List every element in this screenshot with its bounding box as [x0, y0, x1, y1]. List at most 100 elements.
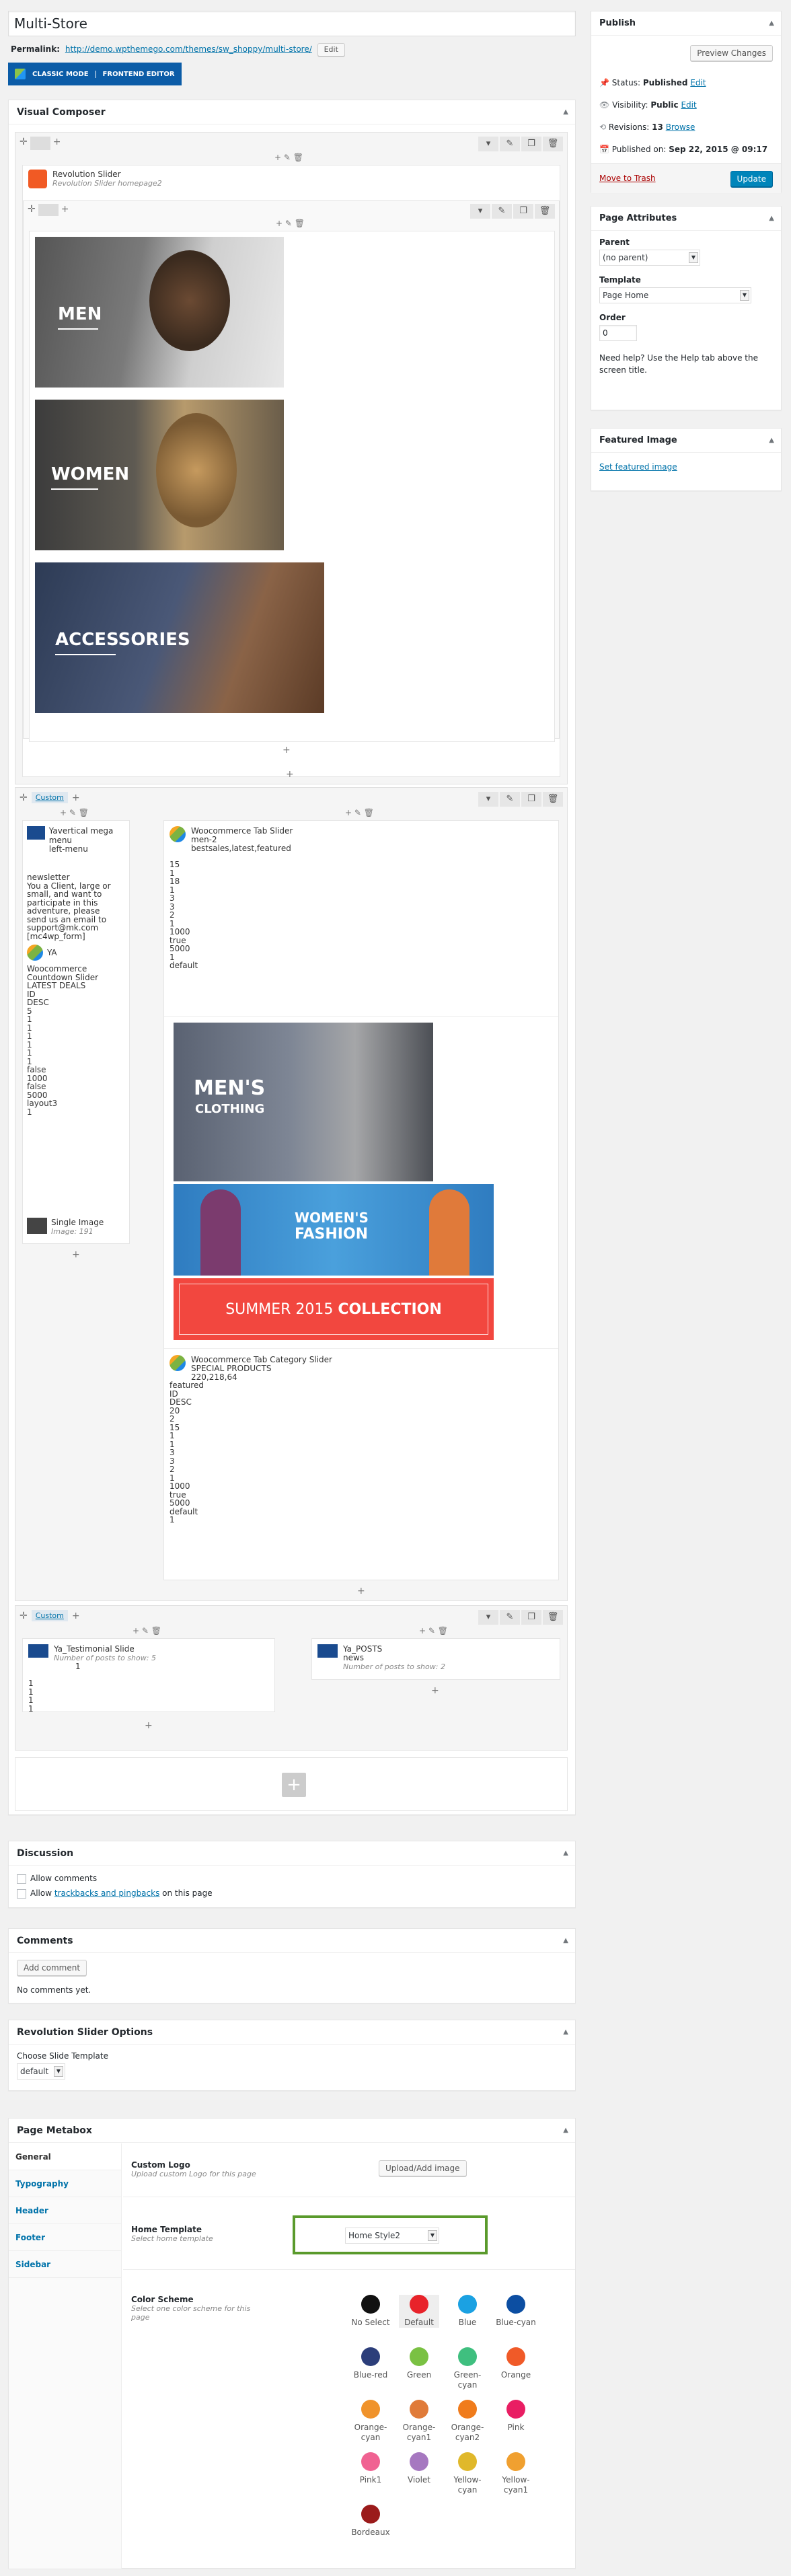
color-swatch[interactable]: Blue-cyan: [496, 2295, 536, 2328]
permalink-edit-button[interactable]: Edit: [317, 43, 345, 57]
testimonial-add-element-icon[interactable]: +: [145, 1720, 153, 1731]
single-image-element[interactable]: Single Image Image: 191: [27, 1218, 104, 1236]
color-swatch[interactable]: Green: [399, 2347, 439, 2380]
row3-move-icon[interactable]: ✛: [20, 1611, 28, 1621]
allow-comments-checkbox[interactable]: [17, 1874, 26, 1884]
color-swatch[interactable]: Yellow-cyan: [447, 2452, 488, 2495]
category-slider-element[interactable]: Woocommerce Tab Category Slider SPECIAL …: [170, 1355, 553, 1524]
preview-changes-button[interactable]: Preview Changes: [690, 45, 773, 61]
permalink-link[interactable]: http://demo.wpthemego.com/themes/sw_shop…: [65, 44, 312, 54]
title-input[interactable]: Multi-Store: [8, 11, 576, 36]
inner-row-toggle-icon[interactable]: ▾: [470, 204, 490, 219]
tab-typography[interactable]: Typography: [9, 2170, 121, 2197]
rev-slider-element[interactable]: Revolution Slider Revolution Slider homep…: [28, 170, 162, 188]
update-button[interactable]: Update: [730, 171, 773, 187]
color-swatch[interactable]: Orange-cyan1: [399, 2400, 439, 2443]
allow-comments-row[interactable]: Allow comments: [17, 1871, 567, 1886]
right-column-controls[interactable]: + ✎ 🗑: [345, 808, 374, 817]
add-comment-button[interactable]: Add comment: [17, 1960, 87, 1976]
toggle-arrow-icon[interactable]: ▲: [563, 1929, 568, 1953]
featured-image-header[interactable]: Featured Image ▲: [591, 429, 781, 453]
home-template-select[interactable]: Home Style2 ▼: [345, 2228, 439, 2244]
row3-edit-icon[interactable]: ✎: [500, 1610, 520, 1625]
mens-clothing-banner[interactable]: MEN'S CLOTHING: [174, 1023, 433, 1181]
frontend-editor-button[interactable]: FRONTEND EDITOR: [95, 70, 175, 78]
row3-toggle-icon[interactable]: ▾: [478, 1610, 498, 1625]
countdown-element[interactable]: YA Woocommerce Countdown Slider LATEST DEA…: [27, 945, 125, 1116]
posts-add-element-icon[interactable]: +: [431, 1685, 439, 1696]
page-attributes-header[interactable]: Page Attributes ▲: [591, 207, 781, 231]
color-swatch[interactable]: Default: [399, 2295, 439, 2328]
visibility-edit-link[interactable]: Edit: [681, 100, 696, 110]
tab-slider-element[interactable]: Woocommerce Tab Slider men-2 bestsales,l…: [170, 826, 553, 970]
row2-clone-icon[interactable]: ❐: [521, 792, 541, 807]
allow-trackbacks-row[interactable]: Allow trackbacks and pingbacks on this p…: [17, 1886, 567, 1901]
women-image[interactable]: WOMEN: [35, 400, 284, 550]
set-featured-image-link[interactable]: Set featured image: [599, 462, 677, 472]
parent-select[interactable]: (no parent) ▼: [599, 250, 700, 266]
inner-row-add-icon[interactable]: +: [61, 204, 69, 216]
order-input[interactable]: 0: [599, 325, 637, 341]
row2-move-icon[interactable]: ✛: [20, 793, 28, 803]
accessories-image[interactable]: ACCESSORIES: [35, 562, 324, 713]
womens-fashion-banner[interactable]: WOMEN'S FASHION: [174, 1184, 494, 1276]
column-controls[interactable]: + ✎ 🗑: [274, 153, 303, 162]
row3-add-icon[interactable]: +: [72, 1611, 80, 1621]
toggle-arrow-icon[interactable]: ▲: [563, 1841, 568, 1866]
left-add-element-icon[interactable]: +: [72, 1249, 80, 1260]
inner-row-layout-icon[interactable]: [38, 204, 59, 216]
toggle-arrow-icon[interactable]: ▲: [563, 2119, 568, 2143]
toggle-arrow-icon[interactable]: ▲: [769, 11, 774, 36]
color-swatch[interactable]: Bordeaux: [350, 2505, 391, 2538]
inner-add-element-icon[interactable]: +: [282, 745, 291, 756]
row2-add-icon[interactable]: +: [72, 793, 80, 803]
row-layout-icon[interactable]: [30, 137, 50, 150]
move-to-trash-link[interactable]: Move to Trash: [599, 174, 656, 183]
row2-delete-icon[interactable]: 🗑: [543, 792, 563, 807]
color-swatch[interactable]: Blue: [447, 2295, 488, 2328]
posts-element[interactable]: Ya_POSTS news Number of posts to show: 2: [317, 1644, 445, 1671]
color-swatch[interactable]: Green-cyan: [447, 2347, 488, 2390]
trackbacks-link[interactable]: trackbacks and pingbacks: [54, 1888, 159, 1898]
inner-row-clone-icon[interactable]: ❐: [513, 204, 533, 219]
row2-edit-icon[interactable]: ✎: [500, 792, 520, 807]
right-add-element-icon[interactable]: +: [357, 1586, 365, 1596]
inner-row-edit-icon[interactable]: ✎: [492, 204, 512, 219]
allow-trackbacks-checkbox[interactable]: [17, 1888, 26, 1899]
row3-clone-icon[interactable]: ❐: [521, 1610, 541, 1625]
color-swatch[interactable]: Yellow-cyan1: [496, 2452, 536, 2495]
toggle-arrow-icon[interactable]: ▲: [769, 429, 774, 453]
row3-custom-tab[interactable]: Custom: [31, 1610, 68, 1621]
tab-general[interactable]: General: [9, 2143, 121, 2170]
testimonial-element[interactable]: Ya_Testimonial Slide Number of posts to …: [28, 1644, 156, 1671]
newsletter-text[interactable]: newsletter You a Client, large or small,…: [27, 873, 125, 941]
toggle-arrow-icon[interactable]: ▲: [769, 207, 774, 231]
row3-delete-icon[interactable]: 🗑: [543, 1610, 563, 1625]
row2-toggle-icon[interactable]: ▾: [478, 792, 498, 807]
color-swatch[interactable]: Blue-red: [350, 2347, 391, 2380]
row-delete-icon[interactable]: 🗑: [543, 137, 563, 151]
upload-image-button[interactable]: Upload/Add image: [379, 2160, 467, 2176]
tab-sidebar[interactable]: Sidebar: [9, 2251, 121, 2278]
mega-menu-element[interactable]: Yavertical mega menu left-menu: [27, 826, 129, 854]
metabox-header[interactable]: Page Metabox ▲: [9, 2119, 575, 2143]
rev-options-header[interactable]: Revolution Slider Options ▲: [9, 2020, 575, 2045]
tab-footer[interactable]: Footer: [9, 2224, 121, 2251]
inner-row-delete-icon[interactable]: 🗑: [535, 204, 555, 219]
revisions-browse-link[interactable]: Browse: [666, 122, 695, 132]
testimonial-column-controls[interactable]: + ✎ 🗑: [133, 1626, 161, 1635]
row-toggle-icon[interactable]: ▾: [478, 137, 498, 151]
comments-header[interactable]: Comments ▲: [9, 1929, 575, 1953]
slide-template-select[interactable]: default ▼: [17, 2063, 65, 2080]
status-edit-link[interactable]: Edit: [690, 78, 706, 87]
row2-custom-tab[interactable]: Custom: [31, 792, 68, 803]
add-row-button[interactable]: +: [282, 1773, 306, 1797]
row-clone-icon[interactable]: ❐: [521, 137, 541, 151]
publish-header[interactable]: Publish ▲: [591, 11, 781, 36]
summer-collection-banner[interactable]: SUMMER 2015 COLLECTION: [174, 1278, 494, 1340]
color-swatch[interactable]: Violet: [399, 2452, 439, 2485]
discussion-header[interactable]: Discussion ▲: [9, 1841, 575, 1866]
left-column-controls[interactable]: + ✎ 🗑: [60, 808, 89, 817]
template-select[interactable]: Page Home ▼: [599, 287, 751, 303]
row-edit-icon[interactable]: ✎: [500, 137, 520, 151]
